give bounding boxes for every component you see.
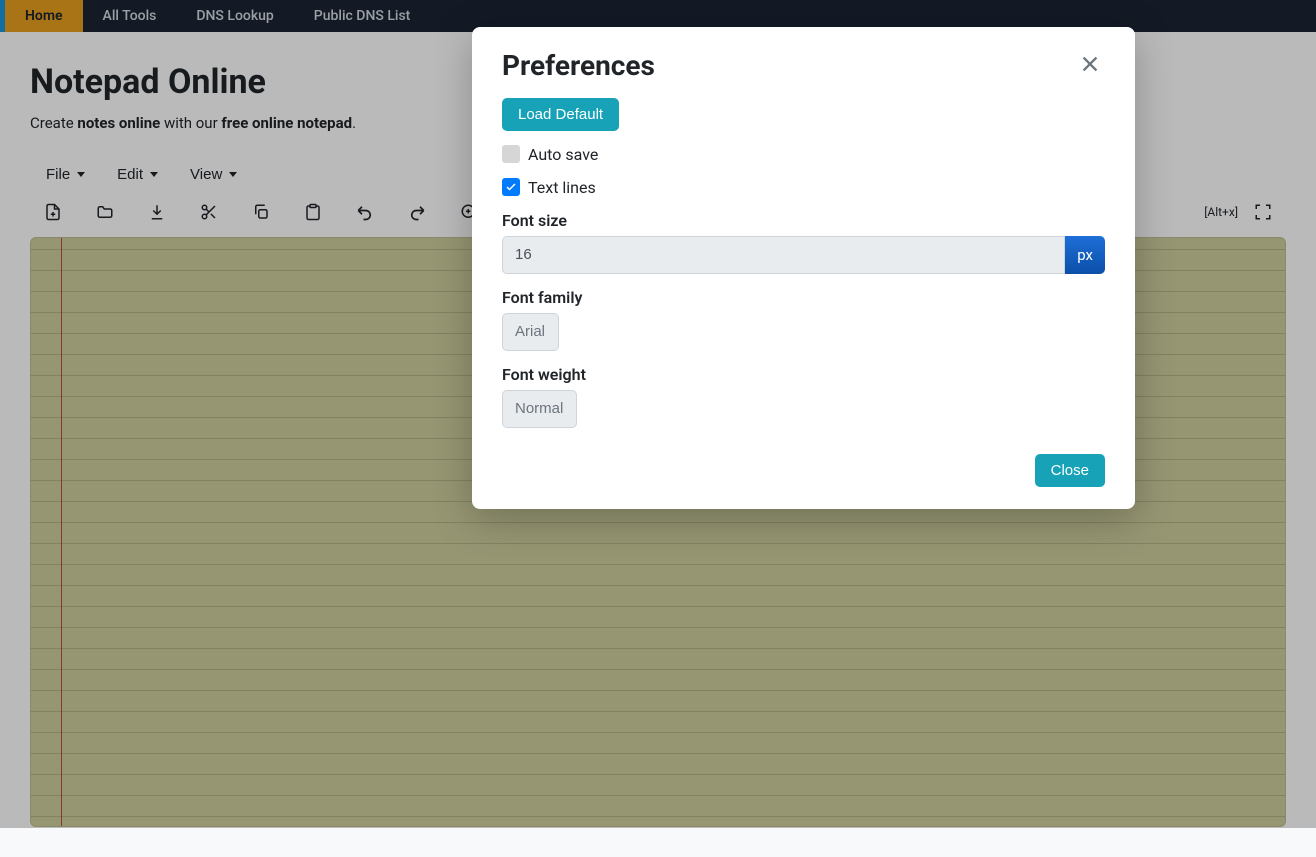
font-size-input[interactable]	[502, 236, 1065, 274]
font-size-group: px	[502, 236, 1105, 274]
close-button[interactable]: Close	[1035, 454, 1105, 487]
font-family-select[interactable]: Arial	[502, 313, 559, 351]
font-size-label: Font size	[502, 211, 1105, 230]
modal-title: Preferences	[502, 49, 655, 82]
text-lines-label: Text lines	[528, 178, 596, 197]
font-family-label: Font family	[502, 288, 1105, 307]
font-weight-label: Font weight	[502, 365, 1105, 384]
preferences-modal: Preferences Load Default Auto save Text …	[472, 27, 1135, 509]
auto-save-label: Auto save	[528, 145, 598, 164]
close-icon[interactable]	[1075, 49, 1105, 82]
auto-save-row[interactable]: Auto save	[502, 145, 1105, 164]
font-weight-select[interactable]: Normal	[502, 390, 577, 428]
text-lines-row[interactable]: Text lines	[502, 178, 1105, 197]
text-lines-checkbox[interactable]	[502, 178, 520, 196]
load-default-button[interactable]: Load Default	[502, 98, 619, 131]
font-size-unit: px	[1065, 236, 1105, 274]
auto-save-checkbox[interactable]	[502, 145, 520, 163]
modal-footer: Close	[502, 454, 1105, 487]
modal-header: Preferences	[502, 49, 1105, 82]
